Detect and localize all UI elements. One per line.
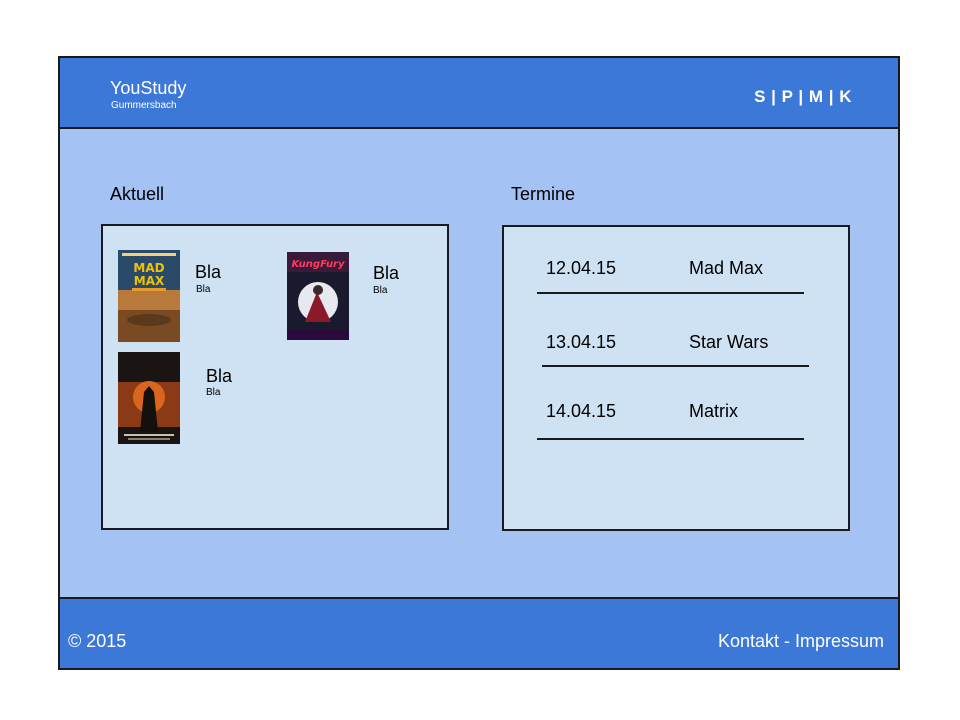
termin-date: 12.04.15 [546, 258, 617, 278]
termine-heading: Termine [511, 184, 576, 204]
page-frame: YouStudy Gummersbach S | P | M | K Aktue… [58, 56, 900, 670]
termin-name[interactable]: Mad Max [689, 258, 763, 279]
mad-max-poster-icon[interactable]: MAD MAX [118, 250, 180, 342]
copyright-text: © 2015 [68, 631, 127, 651]
termin-divider [537, 292, 804, 294]
termin-date: 13.04.15 [546, 332, 617, 352]
svg-text:MAD: MAD [133, 261, 164, 275]
aktuell-heading: Aktuell [110, 184, 165, 204]
footer-links[interactable]: Kontakt - Impressum [718, 631, 884, 652]
movie-title: Bla [373, 263, 400, 283]
kung-fury-poster-icon[interactable]: KungFury [287, 252, 349, 340]
svg-text:KungFury: KungFury [291, 259, 345, 270]
brand-title[interactable]: YouStudy [110, 78, 186, 99]
movie-title: Bla [206, 366, 233, 386]
header-bar: YouStudy Gummersbach S | P | M | K [60, 58, 898, 129]
dark-knight-poster-icon[interactable] [118, 352, 180, 444]
brand-subtitle: Gummersbach [111, 100, 177, 111]
movie-subtitle: Bla [196, 284, 211, 295]
termin-divider [542, 365, 809, 367]
movie-subtitle: Bla [373, 285, 388, 296]
aktuell-panel: MAD MAX Bla Bla KungFury Bla Bla Bla Bla [101, 224, 449, 530]
termin-name[interactable]: Star Wars [689, 332, 768, 353]
movie-subtitle: Bla [206, 387, 221, 398]
termin-divider [537, 438, 804, 440]
svg-text:MAX: MAX [134, 274, 165, 288]
termine-panel: 12.04.15 Mad Max 13.04.15 Star Wars 14.0… [502, 225, 850, 531]
termin-name[interactable]: Matrix [689, 401, 738, 422]
termin-date: 14.04.15 [546, 401, 617, 421]
main-nav[interactable]: S | P | M | K [754, 87, 852, 107]
footer-bar: © 2015 Kontakt - Impressum [60, 597, 898, 668]
movie-title: Bla [195, 262, 222, 282]
